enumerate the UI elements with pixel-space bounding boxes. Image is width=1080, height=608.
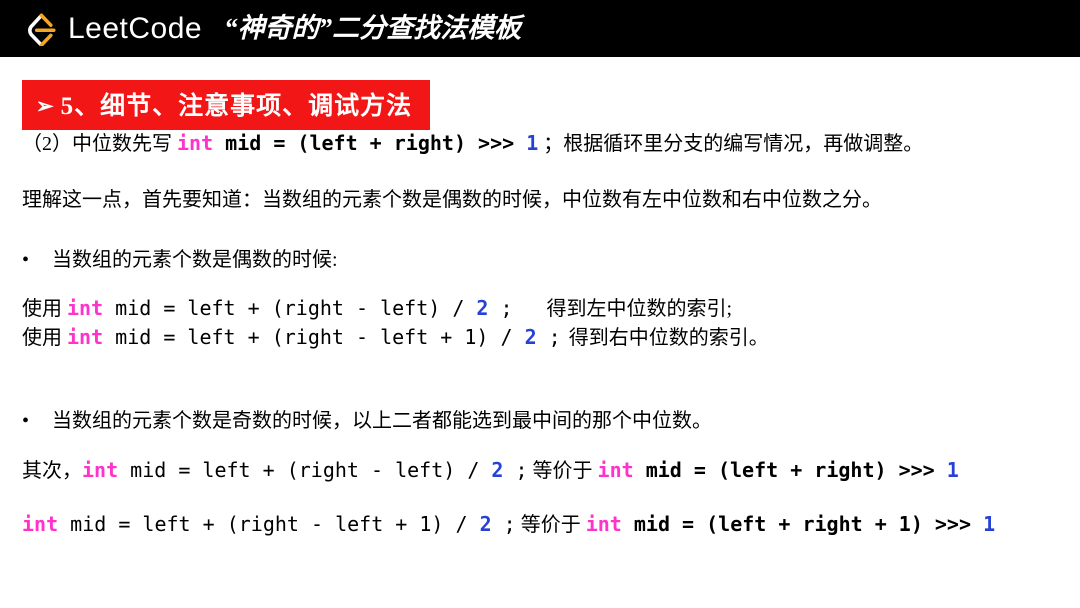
keyword-int: int: [597, 458, 634, 482]
literal-2: 2: [524, 325, 537, 349]
paragraph-1-prefix: （2）中位数先写: [22, 133, 177, 155]
section-title-text: 5、细节、注意事项、调试方法: [60, 93, 413, 120]
literal-1: 1: [946, 458, 959, 482]
paragraph-1-code: mid = (left + right) >>>: [213, 131, 527, 155]
code-line-1-comment: 得到左中位数的索引;: [546, 298, 733, 320]
bullet-dot-icon: •: [22, 249, 30, 271]
keyword-int: int: [585, 512, 622, 536]
code-line-3-expr-right: mid = (left + right) >>>: [633, 458, 947, 482]
keyword-int: int: [177, 131, 214, 155]
keyword-int: int: [82, 458, 119, 482]
code-line-4-semicolon: ;: [491, 512, 516, 536]
code-line-2-comment: 得到右中位数的索引。: [568, 327, 769, 349]
literal-1: 1: [526, 131, 539, 155]
code-line-3-prefix: 其次，: [22, 460, 82, 482]
literal-2: 2: [476, 296, 489, 320]
code-line-3-expr-left: mid = left + (right - left) /: [118, 458, 492, 482]
code-line-1-expr: mid = left + (right - left) /: [103, 296, 477, 320]
code-line-1-prefix: 使用: [22, 298, 67, 320]
code-line-2-expr: mid = left + (right - left + 1) /: [103, 325, 525, 349]
bullet-item-1-text: 当数组的元素个数是偶数的时候:: [52, 249, 338, 271]
literal-2: 2: [491, 458, 504, 482]
code-line-2-semicolon: ;: [536, 325, 561, 349]
keyword-int: int: [22, 512, 59, 536]
literal-2: 2: [479, 512, 492, 536]
code-line-3: 其次，int mid = left + (right - left) / 2 ;…: [22, 458, 959, 483]
code-line-3-connector: 等价于: [527, 460, 598, 482]
bullet-item-1: • 当数组的元素个数是偶数的时候:: [22, 243, 338, 272]
code-line-2: 使用 int mid = left + (right - left + 1) /…: [22, 325, 769, 350]
code-line-1-semicolon: ;: [488, 296, 513, 320]
code-line-4-expr-left: mid = left + (right - left + 1) /: [58, 512, 480, 536]
section-title-banner: ➢ 5、细节、注意事项、调试方法: [22, 80, 431, 130]
code-line-3-semicolon: ;: [503, 458, 528, 482]
keyword-int: int: [67, 296, 104, 320]
keyword-int: int: [67, 325, 104, 349]
code-line-4: int mid = left + (right - left + 1) / 2 …: [22, 512, 995, 537]
bullet-item-2: • 当数组的元素个数是奇数的时候，以上二者都能选到最中间的那个中位数。: [22, 404, 712, 433]
slide-header: LeetCode “神奇的”二分查找法模板: [0, 0, 1080, 57]
arrow-bullet-icon: ➢: [36, 94, 55, 118]
bullet-dot-icon: •: [22, 410, 30, 432]
code-line-4-connector: 等价于: [515, 514, 586, 536]
bullet-item-2-text: 当数组的元素个数是奇数的时候，以上二者都能选到最中间的那个中位数。: [52, 410, 712, 432]
paragraph-1-semicolon: ；: [538, 133, 564, 155]
brand-name: LeetCode: [68, 11, 203, 45]
paragraph-1: （2）中位数先写 int mid = (left + right) >>> 1 …: [22, 131, 923, 156]
code-line-2-prefix: 使用: [22, 327, 67, 349]
paragraph-1-suffix: 根据循环里分支的编写情况，再做调整。: [563, 133, 924, 155]
literal-1: 1: [983, 512, 996, 536]
leetcode-logo-icon: [28, 13, 56, 46]
slide-header-title: “神奇的”二分查找法模板: [224, 13, 522, 43]
paragraph-2: 理解这一点，首先要知道：当数组的元素个数是偶数的时候，中位数有左中位数和右中位数…: [22, 189, 882, 211]
code-line-4-expr-right: mid = (left + right + 1) >>>: [621, 512, 984, 536]
code-line-1: 使用 int mid = left + (right - left) / 2 ;…: [22, 296, 732, 321]
